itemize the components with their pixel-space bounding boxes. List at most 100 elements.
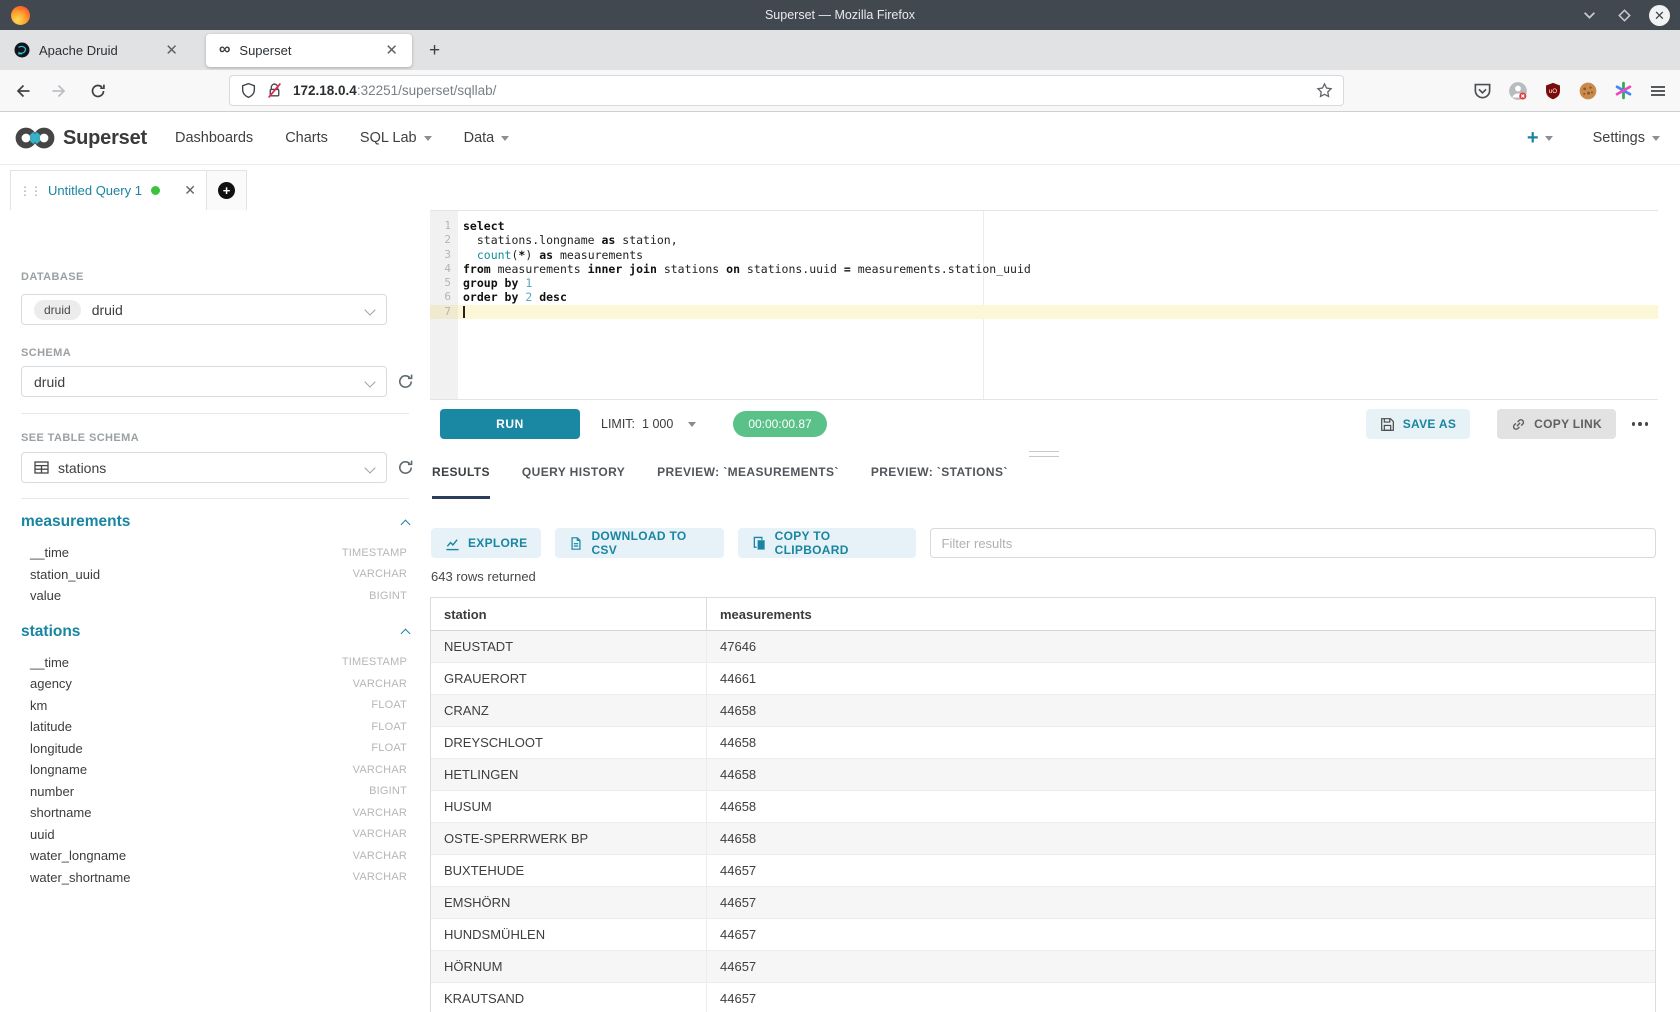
window-minimize-button[interactable] <box>1579 5 1599 25</box>
column-type: VARCHAR <box>353 568 407 580</box>
tab-close-icon[interactable]: ✕ <box>383 41 400 59</box>
cell-station: KRAUTSAND <box>431 983 707 1012</box>
code-line <box>458 305 1658 319</box>
collapse-chevron-icon[interactable] <box>401 629 411 639</box>
table-row: GRAUERORT44661 <box>431 663 1655 695</box>
cell-measurements: 44657 <box>707 887 1655 918</box>
sql-editor[interactable]: 1234567 select stations.longname as stat… <box>430 210 1658 400</box>
download-csv-button[interactable]: DOWNLOAD TO CSV <box>555 528 723 558</box>
results-pane-tab-2[interactable]: QUERY HISTORY <box>522 465 625 499</box>
menu-hamburger-icon[interactable] <box>1649 82 1667 100</box>
limit-value: 1 000 <box>642 417 673 431</box>
column-name: latitude <box>30 719 72 734</box>
schema-sections: measurements__timeTIMESTAMPstation_uuidV… <box>8 511 423 902</box>
forward-icon[interactable] <box>51 82 69 100</box>
pocket-icon[interactable] <box>1473 81 1492 100</box>
editor-toolbar: RUN LIMIT: 1 000 00:00:00.87 SAVE AS <box>430 408 1658 440</box>
reload-icon[interactable] <box>89 82 107 100</box>
save-as-button[interactable]: SAVE AS <box>1366 409 1470 439</box>
table-grid-icon <box>34 461 49 474</box>
gutter-line-number: 7 <box>430 305 458 319</box>
copy-clipboard-button[interactable]: COPY TO CLIPBOARD <box>738 528 916 558</box>
floppy-disk-icon <box>1380 417 1395 432</box>
query-status-dot <box>151 186 160 195</box>
text-cursor <box>463 306 465 318</box>
column-name: uuid <box>30 827 55 842</box>
code-line: select <box>458 219 1658 233</box>
schema-select[interactable]: druid <box>21 366 387 397</box>
code-line: stations.longname as station, <box>458 233 1658 247</box>
query-tab-close-icon[interactable]: ✕ <box>184 182 196 199</box>
browser-tab-superset[interactable]: ∞ Superset ✕ <box>206 34 412 67</box>
table-select[interactable]: stations <box>21 452 387 483</box>
schema-column-row: valueBIGINT <box>8 585 423 607</box>
extension-account-icon[interactable] <box>1508 81 1528 101</box>
query-tab-untitled-query-1[interactable]: ⋮⋮ Untitled Query 1 ✕ <box>10 170 207 210</box>
limit-label: LIMIT: <box>601 417 635 431</box>
refresh-tables-icon[interactable] <box>396 458 416 478</box>
cell-measurements: 44657 <box>707 855 1655 886</box>
table-row: OSTE-SPERRWERK BP44658 <box>431 823 1655 855</box>
column-header-measurements[interactable]: measurements <box>707 598 1655 630</box>
superset-navbar: Superset Dashboards Charts SQL Lab Data + S… <box>0 112 1680 165</box>
results-pane-tab-3[interactable]: PREVIEW: `MEASUREMENTS` <box>657 465 839 499</box>
run-button[interactable]: RUN <box>440 409 580 439</box>
column-type: VARCHAR <box>353 871 407 883</box>
cookie-icon[interactable] <box>1578 81 1598 101</box>
table-row: EMSHÖRN44657 <box>431 887 1655 919</box>
gutter-line-number: 5 <box>430 276 458 290</box>
cell-measurements: 44661 <box>707 663 1655 694</box>
sparkle-extension-icon[interactable] <box>1614 81 1633 100</box>
url-bar[interactable]: 172.18.0.4:32251/superset/sqllab/ <box>230 76 1343 105</box>
nav-item-dashboards[interactable]: Dashboards <box>175 130 253 146</box>
new-tab-button[interactable]: + <box>429 41 440 60</box>
filter-results-input[interactable] <box>930 528 1657 558</box>
column-type: VARCHAR <box>353 850 407 862</box>
bookmark-star-icon[interactable] <box>1316 82 1333 99</box>
insecure-lock-icon[interactable] <box>266 82 283 99</box>
column-name: water_longname <box>30 848 126 863</box>
more-actions-button[interactable] <box>1629 414 1651 434</box>
schema-column-row: station_uuidVARCHAR <box>8 564 423 586</box>
nav-item-charts[interactable]: Charts <box>285 130 328 146</box>
copy-link-button[interactable]: COPY LINK <box>1497 409 1616 439</box>
pane-splitter[interactable] <box>430 448 1658 460</box>
browser-tab-apache-druid[interactable]: Apache Druid ✕ <box>0 30 192 70</box>
window-title: Superset — Mozilla Firefox <box>0 8 1680 22</box>
database-select[interactable]: druid druid <box>21 294 387 325</box>
editor-code[interactable]: select stations.longname as station, cou… <box>458 211 1658 399</box>
cell-station: CRANZ <box>431 695 707 726</box>
window-maximize-button[interactable] <box>1614 5 1634 25</box>
save-as-label: SAVE AS <box>1403 417 1456 431</box>
brand-title: Superset <box>63 127 147 150</box>
shield-icon[interactable] <box>240 82 257 99</box>
nav-item-sql-lab[interactable]: SQL Lab <box>360 130 432 146</box>
explore-button[interactable]: EXPLORE <box>431 528 541 558</box>
chevron-down-icon <box>688 422 696 427</box>
table-row: CRANZ44658 <box>431 695 1655 727</box>
add-query-tab-button[interactable]: + <box>207 170 247 210</box>
schema-table-toggle-measurements[interactable]: measurements <box>8 511 423 533</box>
download-csv-label: DOWNLOAD TO CSV <box>591 529 709 557</box>
limit-dropdown[interactable]: LIMIT: 1 000 <box>601 417 696 431</box>
refresh-schema-icon[interactable] <box>396 372 416 392</box>
back-icon[interactable] <box>13 82 31 100</box>
schema-table-name: measurements <box>21 513 130 531</box>
tab-close-icon[interactable]: ✕ <box>163 41 180 59</box>
drag-handle-icon[interactable]: ⋮⋮ <box>19 184 41 198</box>
new-item-button[interactable]: + <box>1527 128 1553 148</box>
collapse-chevron-icon[interactable] <box>401 519 411 529</box>
window-close-button[interactable]: ✕ <box>1649 5 1670 26</box>
cell-measurements: 44658 <box>707 727 1655 758</box>
explore-label: EXPLORE <box>468 536 527 550</box>
cell-measurements: 44658 <box>707 695 1655 726</box>
nav-item-data[interactable]: Data <box>464 130 510 146</box>
column-header-station[interactable]: station <box>431 598 707 630</box>
settings-menu[interactable]: Settings <box>1593 130 1660 146</box>
schema-table-toggle-stations[interactable]: stations <box>8 621 423 643</box>
schema-column-row: longnameVARCHAR <box>8 759 423 781</box>
schema-value: druid <box>34 374 65 390</box>
ublock-icon[interactable]: uO <box>1544 82 1562 100</box>
results-pane-tab-4[interactable]: PREVIEW: `STATIONS` <box>871 465 1008 499</box>
results-pane-tab-1[interactable]: RESULTS <box>432 465 490 499</box>
